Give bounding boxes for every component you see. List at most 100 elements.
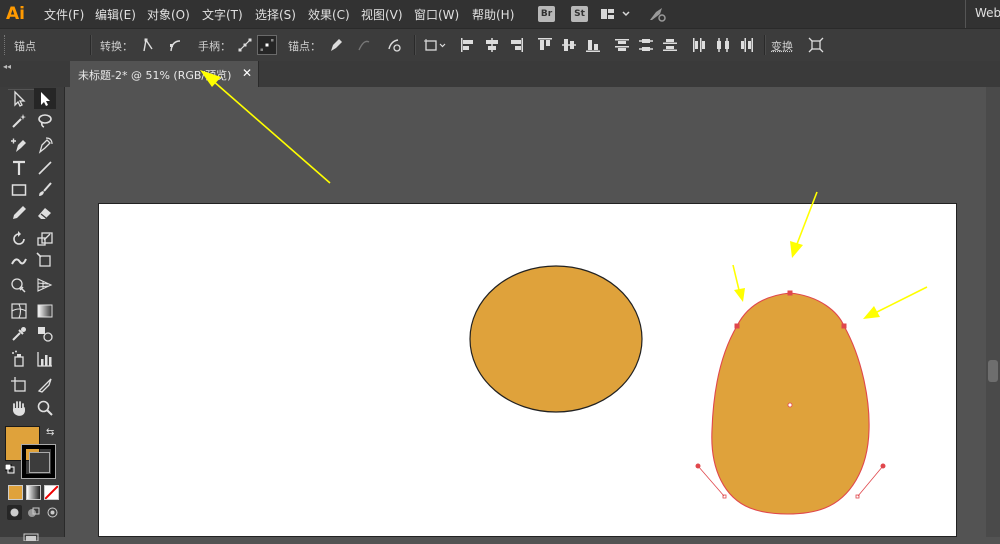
- distribute-bottom-button[interactable]: [660, 35, 680, 55]
- stroke-swatch-inner: [29, 452, 50, 473]
- menu-edit[interactable]: 编辑(E): [95, 6, 136, 23]
- none-mode-button[interactable]: [44, 485, 59, 500]
- distribute-bottom-icon: [662, 37, 678, 53]
- connect-endpoints-button[interactable]: [354, 35, 374, 55]
- artboard[interactable]: [98, 203, 957, 537]
- color-mode-button[interactable]: [8, 485, 23, 500]
- menu-view[interactable]: 视图(V): [361, 6, 403, 23]
- draw-behind-button[interactable]: [26, 505, 41, 520]
- symbol-sprayer-tool[interactable]: [8, 348, 30, 369]
- cut-path-icon: [386, 37, 402, 53]
- align-top-button[interactable]: [535, 35, 555, 55]
- smooth-point-icon: [167, 37, 183, 53]
- magic-wand-tool[interactable]: [8, 110, 30, 131]
- column-graph-tool[interactable]: [34, 348, 56, 369]
- align-to-dropdown[interactable]: [422, 35, 450, 55]
- align-horizontal-center-button[interactable]: [482, 35, 502, 55]
- menu-help[interactable]: 帮助(H): [472, 6, 514, 23]
- stock-button[interactable]: St: [571, 6, 588, 22]
- perspective-grid-icon: [36, 276, 54, 294]
- menu-object[interactable]: 对象(O): [147, 6, 190, 23]
- isolate-selection-button[interactable]: [806, 35, 826, 55]
- grip-handle[interactable]: [4, 35, 8, 55]
- cut-path-button[interactable]: [384, 35, 404, 55]
- distribute-horizontal-center-button[interactable]: [713, 35, 733, 55]
- distribute-left-icon: [691, 37, 707, 53]
- arrange-documents-icon: [600, 6, 632, 22]
- draw-normal-button[interactable]: [7, 505, 22, 520]
- screen-mode-icon: [22, 533, 42, 541]
- slice-tool[interactable]: [34, 374, 56, 395]
- workspace-switcher[interactable]: Web: [975, 6, 1000, 20]
- eraser-tool[interactable]: [34, 202, 56, 223]
- distribute-top-button[interactable]: [612, 35, 632, 55]
- rectangle-icon: [10, 181, 28, 199]
- align-left-button[interactable]: [458, 35, 478, 55]
- width-tool[interactable]: [8, 250, 30, 271]
- arrange-documents-button[interactable]: [600, 6, 632, 22]
- close-tab-icon[interactable]: ✕: [242, 66, 252, 80]
- show-handles-button[interactable]: [235, 35, 255, 55]
- gpu-performance-button[interactable]: [648, 6, 668, 22]
- draw-inside-button[interactable]: [45, 505, 60, 520]
- lasso-tool[interactable]: [34, 110, 56, 131]
- tools-panel: ⇆: [0, 87, 65, 537]
- eyedropper-tool[interactable]: [8, 323, 30, 344]
- vertical-scrollbar[interactable]: [986, 87, 1000, 537]
- blend-tool[interactable]: [34, 323, 56, 344]
- align-bottom-button[interactable]: [583, 35, 603, 55]
- type-t-icon: [10, 159, 28, 177]
- isolate-icon: [808, 37, 824, 53]
- default-fill-stroke-icon[interactable]: [5, 463, 15, 473]
- stroke-swatch[interactable]: [22, 445, 55, 478]
- convert-to-corner-button[interactable]: [138, 35, 158, 55]
- pencil-tool[interactable]: [8, 202, 30, 223]
- draw-behind-icon: [26, 505, 41, 520]
- perspective-grid-tool[interactable]: [34, 274, 56, 295]
- line-segment-tool[interactable]: [34, 157, 56, 178]
- align-bottom-icon: [585, 37, 601, 53]
- menu-file[interactable]: 文件(F): [44, 6, 84, 23]
- menu-effect[interactable]: 效果(C): [308, 6, 350, 23]
- collapse-panel-icon[interactable]: ◂◂: [3, 62, 11, 71]
- bridge-button[interactable]: Br: [538, 6, 555, 22]
- pen-tool[interactable]: [8, 134, 30, 155]
- scale-icon: [36, 230, 54, 248]
- shape-builder-tool[interactable]: [8, 274, 30, 295]
- align-vertical-center-button[interactable]: [559, 35, 579, 55]
- type-tool[interactable]: [8, 157, 30, 178]
- align-hcenter-icon: [484, 37, 500, 53]
- distribute-top-icon: [614, 37, 630, 53]
- remove-anchor-button[interactable]: [326, 35, 346, 55]
- swap-fill-stroke-icon[interactable]: ⇆: [46, 427, 54, 438]
- document-tab[interactable]: 未标题-2* @ 51% (RGB/预览) ✕: [70, 61, 259, 87]
- zoom-tool[interactable]: [34, 397, 56, 418]
- rotate-tool[interactable]: [8, 228, 30, 249]
- align-right-button[interactable]: [506, 35, 526, 55]
- hide-handles-button[interactable]: [257, 35, 277, 55]
- document-tab-title: 未标题-2* @ 51% (RGB/预览): [78, 67, 231, 83]
- scrollbar-thumb[interactable]: [988, 360, 998, 382]
- paintbrush-icon: [36, 181, 54, 199]
- free-transform-tool[interactable]: [34, 250, 56, 271]
- selection-tool[interactable]: [8, 88, 30, 109]
- hand-tool[interactable]: [8, 397, 30, 418]
- direct-selection-tool[interactable]: [34, 88, 56, 109]
- pen-add-icon: [10, 136, 28, 154]
- paintbrush-tool[interactable]: [34, 179, 56, 200]
- distribute-left-button[interactable]: [689, 35, 709, 55]
- curvature-tool[interactable]: [34, 134, 56, 155]
- distribute-right-button[interactable]: [737, 35, 757, 55]
- convert-to-smooth-button[interactable]: [165, 35, 185, 55]
- artboard-tool[interactable]: [8, 374, 30, 395]
- menu-window[interactable]: 窗口(W): [414, 6, 459, 23]
- rectangle-tool[interactable]: [8, 179, 30, 200]
- scale-tool[interactable]: [34, 228, 56, 249]
- mesh-tool[interactable]: [8, 300, 30, 321]
- menu-type[interactable]: 文字(T): [202, 6, 243, 23]
- gradient-mode-button[interactable]: [26, 485, 41, 500]
- gradient-tool[interactable]: [34, 300, 56, 321]
- distribute-vertical-center-button[interactable]: [636, 35, 656, 55]
- menu-select[interactable]: 选择(S): [255, 6, 296, 23]
- transform-panel-link[interactable]: 变换: [771, 38, 793, 54]
